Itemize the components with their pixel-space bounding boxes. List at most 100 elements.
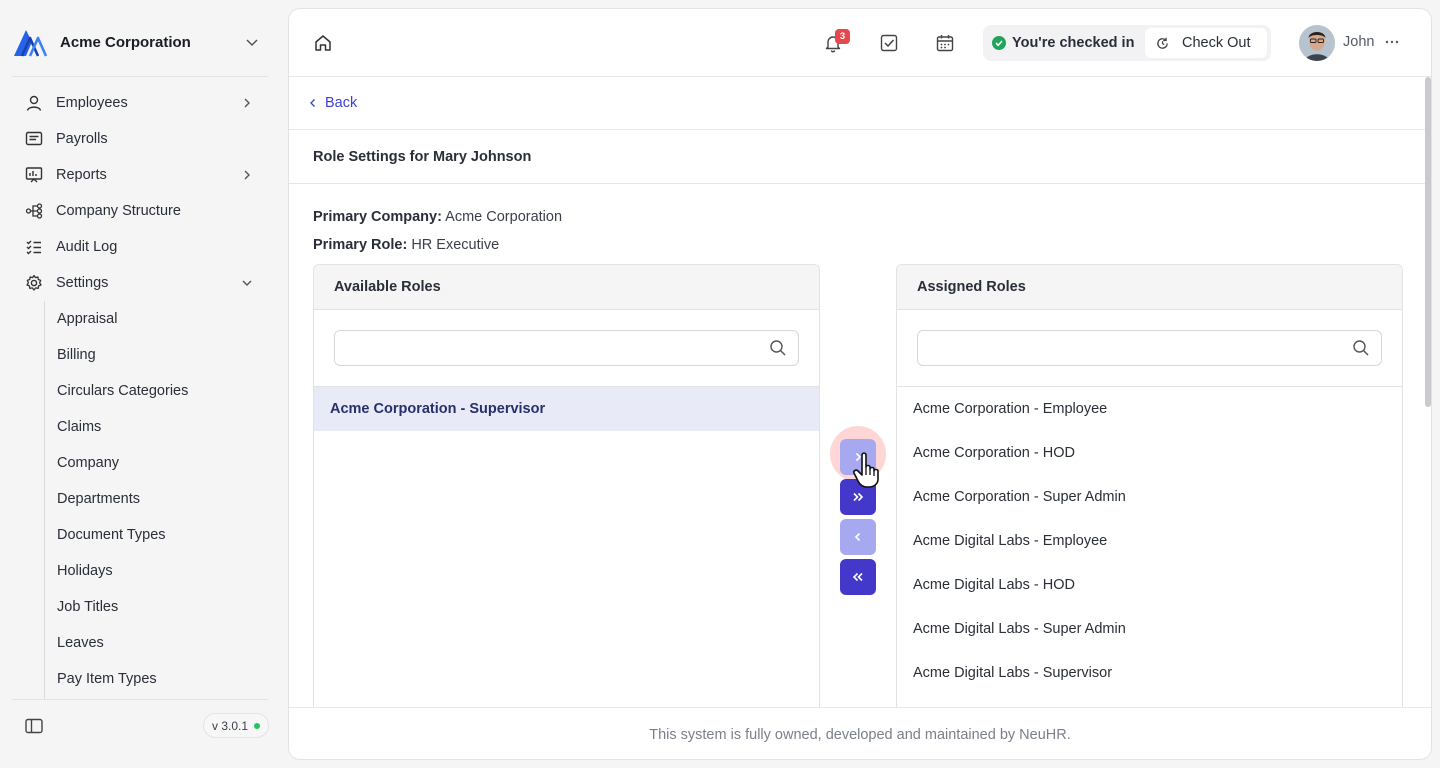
scrollbar[interactable]: [1425, 77, 1431, 407]
top-bar: 3 You're checked in Check Out John: [289, 9, 1431, 77]
list-item[interactable]: Acme Corporation - Super Admin: [897, 475, 1402, 519]
avatar[interactable]: [1299, 25, 1335, 61]
primary-role-value: HR Executive: [411, 237, 500, 253]
primary-role-label: Primary Role:: [313, 237, 408, 253]
company-name: Acme Corporation: [60, 33, 191, 51]
user-name: John: [1343, 34, 1375, 50]
nav-item-reports[interactable]: Reports: [12, 157, 268, 193]
nav-item-employees[interactable]: Employees: [12, 85, 268, 121]
company-switcher[interactable]: Acme Corporation: [12, 26, 268, 58]
user-icon: [24, 93, 44, 113]
move-selected-left-button[interactable]: [840, 519, 876, 555]
chevron-left-icon: [854, 532, 861, 542]
available-roles-search-input[interactable]: [334, 330, 799, 366]
version-badge: v 3.0.1: [203, 713, 270, 738]
available-roles-panel: Available Roles Acme Corporation - Super…: [313, 264, 820, 724]
report-icon: [24, 165, 44, 185]
home-icon[interactable]: [313, 33, 333, 53]
status-dot-icon: [254, 722, 261, 729]
main-content: 3 You're checked in Check Out John Back …: [288, 8, 1432, 760]
back-label: Back: [325, 95, 358, 111]
task-check-icon[interactable]: [879, 33, 899, 53]
available-roles-heading: Available Roles: [314, 265, 819, 310]
assigned-search-row: [897, 310, 1402, 387]
double-chevron-left-icon: [852, 572, 863, 582]
chevron-down-icon: [246, 39, 258, 47]
checkin-status: You're checked in: [983, 35, 1134, 51]
move-all-left-button[interactable]: [840, 559, 876, 595]
assigned-roles-search-input[interactable]: [917, 330, 1382, 366]
sidebar-item-appraisal[interactable]: Appraisal: [45, 301, 268, 337]
available-search-row: [314, 310, 819, 387]
settings-subnav: Appraisal Billing Circulars Categories C…: [44, 301, 268, 699]
primary-company-row: Primary Company: Acme Corporation: [313, 209, 562, 225]
nav-item-company-structure[interactable]: Company Structure: [12, 193, 268, 229]
available-roles-list: Acme Corporation - Supervisor: [314, 387, 819, 431]
nav-label: Reports: [56, 167, 107, 183]
more-horizontal-icon[interactable]: [1383, 33, 1401, 51]
primary-role-row: Primary Role: HR Executive: [313, 237, 499, 253]
sidebar-item-circulars-categories[interactable]: Circulars Categories: [45, 373, 268, 409]
list-item[interactable]: Acme Corporation - Employee: [897, 387, 1402, 431]
divider: [12, 699, 268, 700]
calendar-icon[interactable]: [935, 33, 955, 53]
sidebar-item-claims[interactable]: Claims: [45, 409, 268, 445]
main-nav: Employees Payrolls Reports Company Struc…: [12, 85, 268, 301]
assigned-roles-panel: Assigned Roles Acme Corporation - Employ…: [896, 264, 1403, 724]
back-link[interactable]: Back: [307, 95, 357, 111]
nav-label: Settings: [56, 275, 109, 291]
nav-item-payrolls[interactable]: Payrolls: [12, 121, 268, 157]
sidebar-item-leaves[interactable]: Leaves: [45, 625, 268, 661]
attendance-widget: You're checked in Check Out: [983, 25, 1271, 61]
title-row: Role Settings for Mary Johnson: [289, 131, 1431, 184]
chevron-right-icon: [244, 170, 250, 180]
list-item[interactable]: Acme Digital Labs - Supervisor: [897, 651, 1402, 695]
list-item[interactable]: Acme Corporation - HOD: [897, 431, 1402, 475]
search-icon: [770, 340, 786, 356]
company-logo-icon: [14, 30, 48, 57]
footer-text: This system is fully owned, developed an…: [649, 726, 1071, 743]
list-item[interactable]: Acme Digital Labs - HOD: [897, 563, 1402, 607]
divider: [12, 76, 268, 77]
sidebar-item-company[interactable]: Company: [45, 445, 268, 481]
nav-label: Employees: [56, 95, 128, 111]
chevron-right-icon: [244, 98, 250, 108]
gear-icon: [24, 273, 44, 293]
page-title: Role Settings for Mary Johnson: [313, 149, 532, 165]
nav-item-settings[interactable]: Settings: [12, 265, 268, 301]
notification-badge: 3: [835, 29, 850, 44]
checklist-icon: [24, 237, 44, 257]
nav-item-audit-log[interactable]: Audit Log: [12, 229, 268, 265]
list-item[interactable]: Acme Corporation - Supervisor: [314, 387, 819, 431]
sidebar-item-document-types[interactable]: Document Types: [45, 517, 268, 553]
sidebar-toggle-icon[interactable]: [24, 716, 44, 736]
clock-arrow-icon: [1157, 37, 1168, 49]
assigned-roles-heading: Assigned Roles: [897, 265, 1402, 310]
nav-label: Payrolls: [56, 131, 108, 147]
list-item[interactable]: Acme Digital Labs - Employee: [897, 519, 1402, 563]
nav-label: Company Structure: [56, 203, 181, 219]
hierarchy-icon: [24, 201, 44, 221]
primary-company-label: Primary Company:: [313, 209, 442, 225]
chevron-down-icon: [242, 280, 252, 286]
sidebar-item-pay-item-types[interactable]: Pay Item Types: [45, 661, 268, 697]
search-icon: [1353, 340, 1369, 356]
sidebar-item-job-titles[interactable]: Job Titles: [45, 589, 268, 625]
primary-company-value: Acme Corporation: [445, 209, 563, 225]
assigned-roles-list: Acme Corporation - Employee Acme Corpora…: [897, 387, 1402, 695]
sidebar-item-departments[interactable]: Departments: [45, 481, 268, 517]
sidebar-item-holidays[interactable]: Holidays: [45, 553, 268, 589]
back-row: Back: [289, 78, 1431, 130]
sidebar: Acme Corporation Employees Payrolls Repo…: [0, 0, 280, 768]
nav-label: Audit Log: [56, 239, 118, 255]
checkin-status-text: You're checked in: [1012, 35, 1135, 51]
double-chevron-right-icon: [853, 492, 864, 502]
sidebar-item-billing[interactable]: Billing: [45, 337, 268, 373]
check-circle-icon: [992, 36, 1006, 50]
check-out-button[interactable]: Check Out: [1145, 28, 1267, 58]
payroll-icon: [24, 129, 44, 149]
footer: This system is fully owned, developed an…: [289, 707, 1431, 759]
list-item[interactable]: Acme Digital Labs - Super Admin: [897, 607, 1402, 651]
chevron-left-icon: [310, 99, 315, 107]
hand-pointer-icon: [853, 452, 879, 488]
